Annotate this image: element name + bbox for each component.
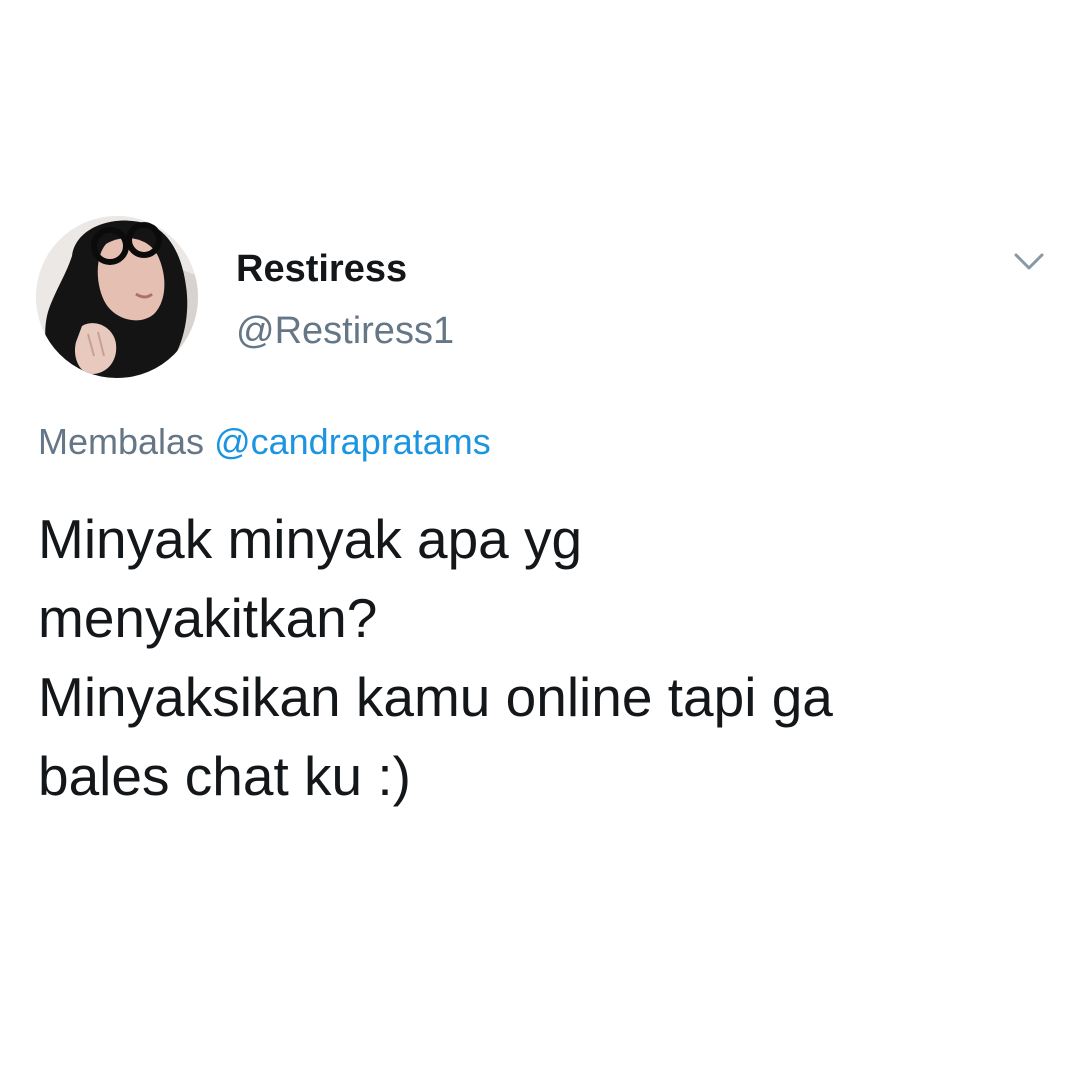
tweet-text-line: menyakitkan? <box>38 587 378 649</box>
reply-context: Membalas @candrapratams <box>38 420 491 464</box>
profile-photo-icon <box>36 216 198 378</box>
tweet-text-line: Minyak minyak apa yg <box>38 508 583 570</box>
user-handle[interactable]: @Restiress1 <box>236 308 454 354</box>
reply-mention-link[interactable]: @candrapratams <box>214 421 491 462</box>
display-name[interactable]: Restiress <box>236 246 407 292</box>
tweet-text-line: Minyaksikan kamu online tapi ga <box>38 666 833 728</box>
tweet-text-line: bales chat ku :) <box>38 745 411 807</box>
reply-prefix: Membalas <box>38 421 205 462</box>
chevron-down-icon <box>1014 253 1044 270</box>
tweet-text: Minyak minyak apa yg menyakitkan? Minyak… <box>38 500 1038 816</box>
avatar[interactable] <box>36 216 198 378</box>
tweet-menu-button[interactable] <box>1006 242 1052 282</box>
tweet-card: Restiress @Restiress1 Membalas @candrapr… <box>0 0 1080 1080</box>
